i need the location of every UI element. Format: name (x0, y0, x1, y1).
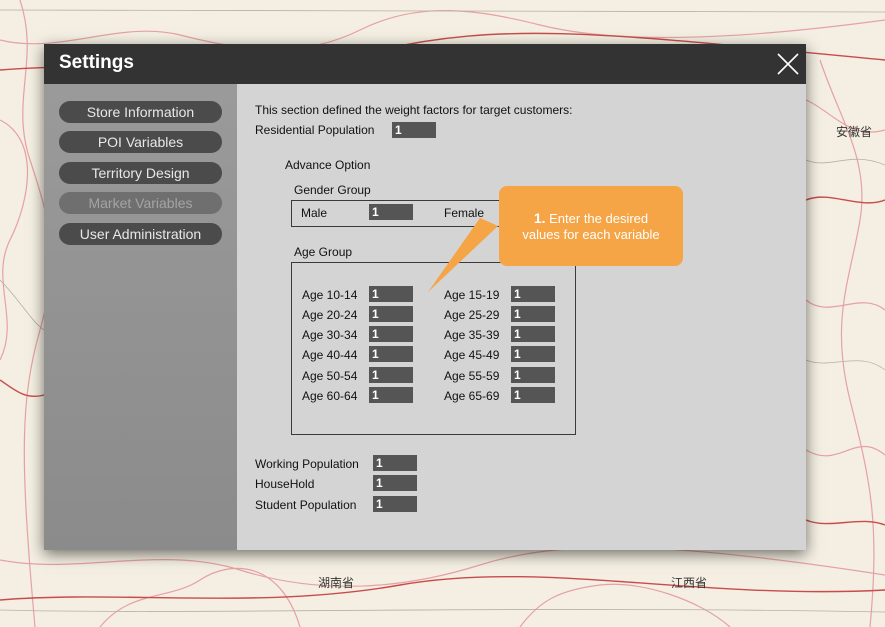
sidebar-item-territory-design[interactable]: Territory Design (59, 162, 222, 184)
age-input[interactable]: 1 (511, 367, 555, 383)
callout-text-1: Enter the desired (549, 211, 649, 226)
student-population-label: Student Population (255, 498, 357, 512)
residential-population-input[interactable]: 1 (392, 122, 436, 138)
content-panel: This section defined the weight factors … (237, 84, 806, 550)
residential-population-label: Residential Population (255, 123, 375, 137)
sidebar-item-store-information[interactable]: Store Information (59, 101, 222, 123)
callout-tooltip: 1. Enter the desired values for each var… (499, 186, 683, 266)
working-population-input[interactable]: 1 (373, 455, 417, 471)
age-label: Age 45-49 (444, 348, 500, 362)
sidebar-item-user-administration[interactable]: User Administration (59, 223, 222, 245)
age-label: Age 30-34 (302, 328, 358, 342)
age-group-title: Age Group (294, 245, 353, 259)
sidebar-item-poi-variables[interactable]: POI Variables (59, 131, 222, 153)
close-icon (777, 53, 799, 75)
age-label: Age 50-54 (302, 369, 358, 383)
age-label: Age 35-39 (444, 328, 500, 342)
callout-text-2: values for each variable (522, 227, 660, 242)
age-input[interactable]: 1 (369, 387, 413, 403)
intro-text: This section defined the weight factors … (255, 103, 573, 117)
age-label: Age 25-29 (444, 308, 500, 322)
household-label: HouseHold (255, 477, 315, 491)
gender-group-title: Gender Group (294, 183, 371, 197)
age-input[interactable]: 1 (369, 367, 413, 383)
close-button[interactable] (776, 52, 800, 76)
age-input[interactable]: 1 (511, 346, 555, 362)
callout-pointer (428, 218, 498, 292)
age-input[interactable]: 1 (369, 346, 413, 362)
age-input[interactable]: 1 (511, 326, 555, 342)
household-input[interactable]: 1 (373, 475, 417, 491)
age-label: Age 10-14 (302, 288, 358, 302)
working-population-label: Working Population (255, 457, 359, 471)
age-label: Age 60-64 (302, 389, 358, 403)
age-input[interactable]: 1 (511, 306, 555, 322)
sidebar-item-market-variables[interactable]: Market Variables (59, 192, 222, 214)
age-input[interactable]: 1 (511, 286, 555, 302)
age-input[interactable]: 1 (511, 387, 555, 403)
male-label: Male (301, 206, 328, 220)
age-input[interactable]: 1 (369, 306, 413, 322)
sidebar: Store Information POI Variables Territor… (44, 84, 237, 550)
map-label-jiangxi: 江西省 (671, 576, 708, 590)
age-label: Age 65-69 (444, 389, 500, 403)
advance-option-label: Advance Option (285, 158, 371, 172)
age-label: Age 55-59 (444, 369, 500, 383)
callout-number: 1. (533, 210, 546, 226)
age-input[interactable]: 1 (369, 326, 413, 342)
age-label: Age 20-24 (302, 308, 358, 322)
map-label-hunan: 湖南省 (318, 576, 355, 590)
student-population-input[interactable]: 1 (373, 496, 417, 512)
map-label-anhui: 安徽省 (836, 125, 873, 139)
dialog-title: Settings (59, 52, 134, 73)
dialog-titlebar: Settings (44, 44, 806, 84)
callout-line1: 1. Enter the desired (499, 210, 683, 227)
age-label: Age 40-44 (302, 348, 358, 362)
